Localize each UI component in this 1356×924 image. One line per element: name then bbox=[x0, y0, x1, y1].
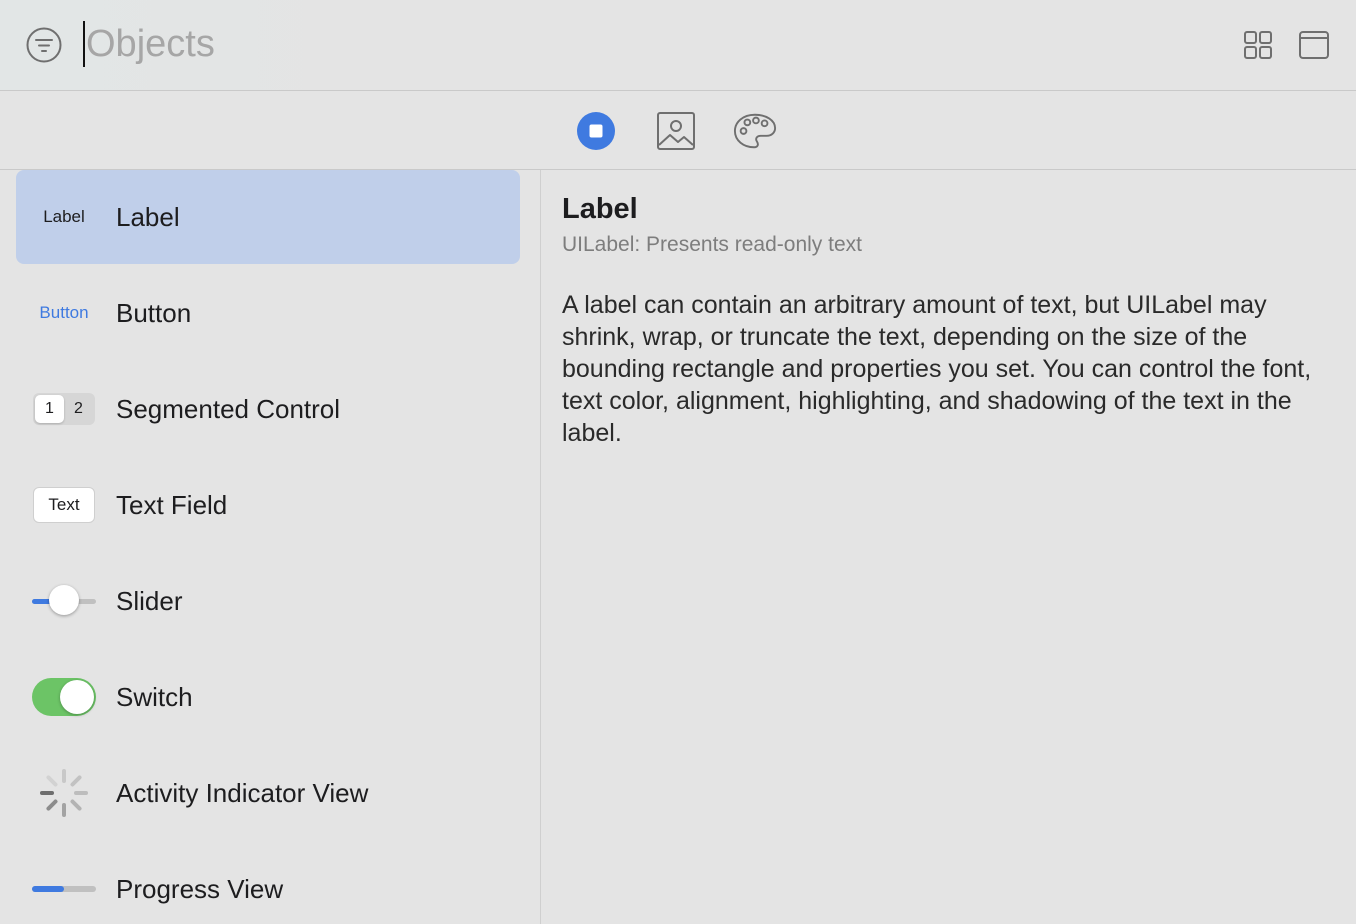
text-field-thumbnail: Text bbox=[32, 487, 96, 523]
switch-knob bbox=[60, 680, 94, 714]
slider-preview bbox=[32, 584, 96, 618]
detail-title: Label bbox=[562, 193, 638, 225]
grid-view-icon bbox=[1244, 31, 1272, 59]
list-item-segmented-control[interactable]: 1 2 Segmented Control bbox=[16, 362, 520, 456]
list-item-title: Text Field bbox=[116, 490, 228, 520]
button-thumbnail-text: Button bbox=[39, 303, 89, 322]
list-item-activity-indicator[interactable]: Activity Indicator View bbox=[16, 746, 520, 840]
activity-spinner-icon bbox=[40, 769, 88, 817]
filter-circle-icon bbox=[26, 27, 62, 63]
switch-thumbnail bbox=[32, 678, 96, 716]
list-item-title: Button bbox=[116, 298, 192, 328]
list-item-title: Label bbox=[116, 202, 180, 232]
label-thumbnail: Label bbox=[32, 200, 96, 234]
activity-indicator-thumbnail bbox=[32, 768, 96, 818]
search-input[interactable] bbox=[86, 18, 986, 70]
list-item-title: Progress View bbox=[116, 874, 284, 904]
text-field-preview: Text bbox=[33, 487, 95, 523]
tab-colors[interactable] bbox=[733, 109, 777, 153]
list-item-slider[interactable]: Slider bbox=[16, 554, 520, 648]
segment-2: 2 bbox=[74, 400, 83, 417]
list-item-progress-view[interactable]: Progress View bbox=[16, 842, 520, 924]
progress-view-thumbnail bbox=[32, 872, 96, 906]
palette-icon bbox=[733, 113, 777, 149]
slider-knob bbox=[49, 585, 79, 615]
segment-1: 1 bbox=[35, 395, 64, 423]
detail-subtitle: UILabel: Presents read-only text bbox=[562, 233, 862, 256]
tab-media[interactable] bbox=[654, 109, 698, 153]
list-item-title: Switch bbox=[116, 682, 193, 712]
list-item-title: Segmented Control bbox=[116, 394, 341, 424]
segmented-control-preview: 1 2 bbox=[33, 393, 95, 425]
detail-pane: Label UILabel: Presents read-only text A… bbox=[562, 190, 1322, 449]
segmented-control-thumbnail: 1 2 bbox=[32, 392, 96, 426]
list-item-label[interactable]: Label Label bbox=[16, 170, 520, 264]
list-item-title: Slider bbox=[116, 586, 183, 616]
object-list: Label Label Button Button 1 2 Segmented … bbox=[0, 170, 541, 924]
tab-objects[interactable] bbox=[574, 109, 618, 153]
list-item-title: Activity Indicator View bbox=[116, 778, 369, 808]
label-thumbnail-text: Label bbox=[43, 207, 85, 226]
grid-view-button[interactable] bbox=[1241, 28, 1275, 62]
switch-preview bbox=[32, 678, 96, 716]
filter-button[interactable] bbox=[26, 27, 62, 63]
slider-thumbnail bbox=[32, 584, 96, 618]
stop-circle-icon bbox=[577, 112, 615, 150]
detail-description: A label can contain an arbitrary amount … bbox=[562, 291, 1312, 447]
progress-preview bbox=[32, 886, 96, 892]
window-button[interactable] bbox=[1297, 28, 1331, 62]
library-header bbox=[0, 0, 1356, 91]
window-icon bbox=[1299, 31, 1329, 59]
button-thumbnail: Button bbox=[32, 296, 96, 330]
list-item-text-field[interactable]: Text Text Field bbox=[16, 458, 520, 552]
progress-fill bbox=[32, 886, 64, 892]
text-cursor bbox=[83, 21, 85, 67]
image-icon bbox=[657, 112, 695, 150]
list-item-button[interactable]: Button Button bbox=[16, 266, 520, 360]
list-item-switch[interactable]: Switch bbox=[16, 650, 520, 744]
library-tabbar bbox=[0, 91, 1356, 170]
